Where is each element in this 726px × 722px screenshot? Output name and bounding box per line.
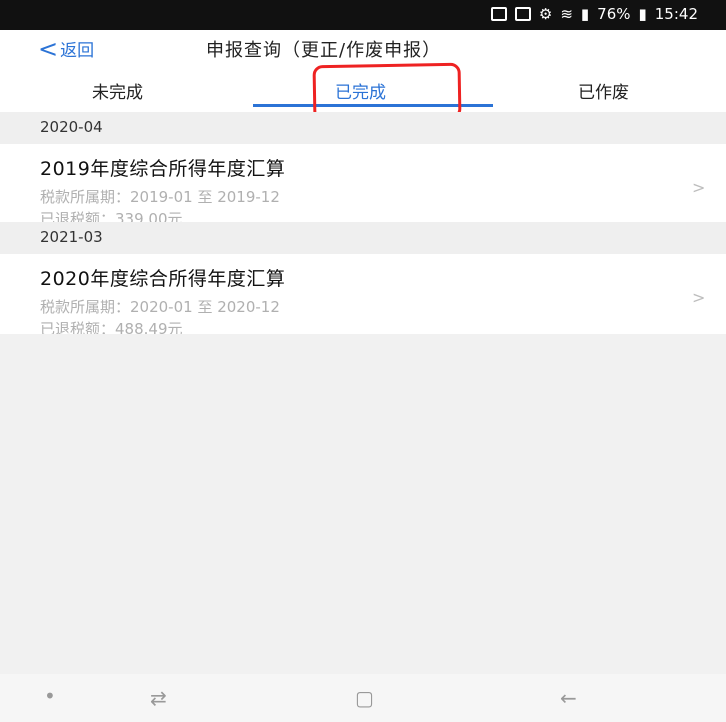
section-date: 2020-04 <box>40 118 103 136</box>
home-icon[interactable]: ▢ <box>355 686 374 710</box>
empty-area <box>0 334 726 674</box>
section-header: 2021-03 <box>0 222 726 254</box>
list-item[interactable]: 2020年度综合所得年度汇算 税款所属期：2020-01 至 2020-12 已… <box>0 254 726 338</box>
chevron-left-icon: < <box>38 34 59 63</box>
item-title: 2020年度综合所得年度汇算 <box>40 268 286 290</box>
chevron-right-icon: > <box>692 288 706 307</box>
back-nav-icon[interactable]: ← <box>560 686 577 710</box>
clock: 15:42 <box>654 5 698 23</box>
dot-icon[interactable]: • <box>44 684 56 708</box>
item-period: 税款所属期：2020-01 至 2020-12 <box>40 298 280 316</box>
tab-incomplete[interactable]: 未完成 <box>92 78 143 103</box>
alarm-icon: ⚙ <box>538 5 553 23</box>
chevron-right-icon: > <box>692 178 706 197</box>
status-bar: ⚙ ≋ ▮ 76% ▮ 15:42 <box>0 0 726 30</box>
tab-voided[interactable]: 已作废 <box>578 78 629 103</box>
battery-percent: 76% <box>597 5 631 23</box>
battery-icon: ▮ <box>638 5 647 23</box>
page-title: 申报查询（更正/作废申报） <box>206 40 442 61</box>
system-nav-bar: • ⇄ ▢ ← <box>0 674 726 722</box>
gallery-icon <box>490 7 507 21</box>
back-label: 返回 <box>60 41 95 61</box>
wifi-icon: ≋ <box>560 5 573 23</box>
recents-icon[interactable]: ⇄ <box>150 686 167 710</box>
section-header: 2020-04 <box>0 112 726 144</box>
section-date: 2021-03 <box>40 228 103 246</box>
list-item[interactable]: 2019年度综合所得年度汇算 税款所属期：2019-01 至 2019-12 已… <box>0 144 726 228</box>
back-button[interactable]: < 返回 <box>38 34 95 63</box>
signal-icon: ▮ <box>580 5 590 23</box>
item-title: 2019年度综合所得年度汇算 <box>40 158 286 180</box>
item-period: 税款所属期：2019-01 至 2019-12 <box>40 188 280 206</box>
nfc-icon <box>514 7 531 21</box>
